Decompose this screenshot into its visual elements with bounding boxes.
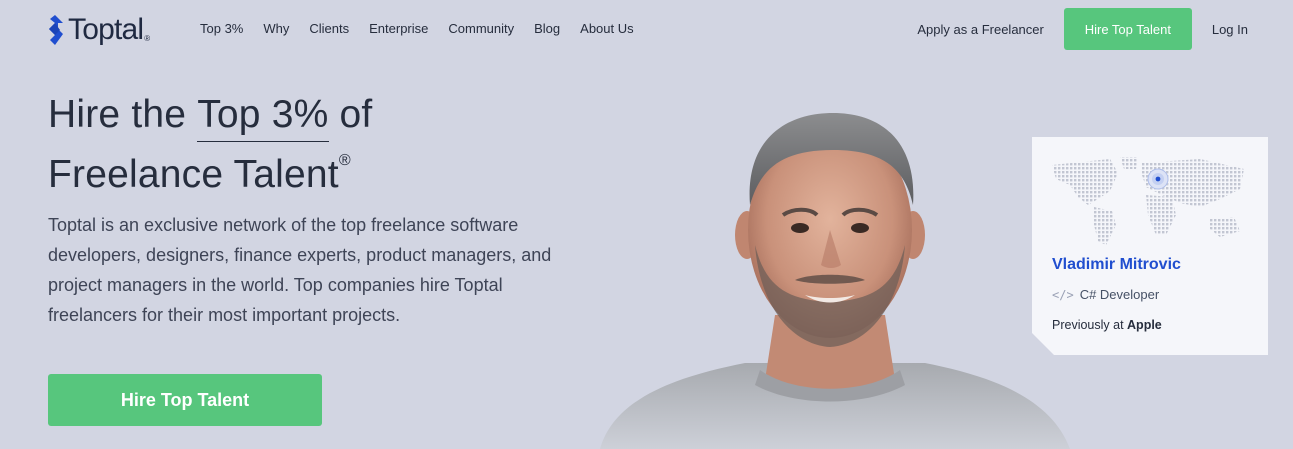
nav-link-enterprise[interactable]: Enterprise <box>369 21 428 37</box>
hero-title-highlight: Top 3% <box>197 88 329 142</box>
nav-link-clients[interactable]: Clients <box>309 21 349 37</box>
freelancer-role: </> C# Developer <box>1052 287 1159 302</box>
toptal-logo[interactable]: Toptal ® <box>46 13 150 45</box>
previous-company-name: Apple <box>1127 318 1162 332</box>
hero-title-line2: Freelance Talent <box>48 153 339 196</box>
nav-link-about-us[interactable]: About Us <box>580 21 633 37</box>
hero-title-registered: ® <box>338 152 351 169</box>
nav-link-community[interactable]: Community <box>448 21 514 37</box>
previously-label: Previously at <box>1052 318 1128 332</box>
top-navigation: Toptal ® Top 3% Why Clients Enterprise C… <box>0 0 1293 58</box>
freelancer-card[interactable]: Vladimir Mitrovic </> C# Developer Previ… <box>1032 137 1268 355</box>
freelancer-name[interactable]: Vladimir Mitrovic <box>1052 256 1181 274</box>
hero-title-pre: Hire the <box>48 93 198 136</box>
login-link[interactable]: Log In <box>1212 22 1248 37</box>
hero-title: Hire the Top 3% of Freelance Talent® <box>48 88 372 202</box>
nav-link-why[interactable]: Why <box>263 21 289 37</box>
nav-actions: Apply as a Freelancer Hire Top Talent Lo… <box>917 8 1248 50</box>
nav-link-blog[interactable]: Blog <box>534 21 560 37</box>
hire-top-talent-nav-button[interactable]: Hire Top Talent <box>1063 8 1192 50</box>
code-icon: </> <box>1052 287 1074 302</box>
main-nav-links: Top 3% Why Clients Enterprise Community … <box>200 21 654 37</box>
logo-registered-mark: ® <box>144 34 151 43</box>
logo-wordmark: Toptal <box>68 13 144 46</box>
freelancer-previous-company: Previously at Apple <box>1052 318 1162 332</box>
toptal-logo-icon <box>49 15 63 45</box>
hire-top-talent-button[interactable]: Hire Top Talent <box>48 374 322 426</box>
hero-title-post: of <box>328 93 373 136</box>
nav-link-top-3[interactable]: Top 3% <box>200 21 243 37</box>
world-map-graphic <box>1050 155 1246 247</box>
apply-freelancer-link[interactable]: Apply as a Freelancer <box>917 22 1043 37</box>
hero-description: Toptal is an exclusive network of the to… <box>48 215 552 325</box>
freelancer-portrait <box>600 113 1070 449</box>
freelancer-role-text: C# Developer <box>1079 287 1160 302</box>
